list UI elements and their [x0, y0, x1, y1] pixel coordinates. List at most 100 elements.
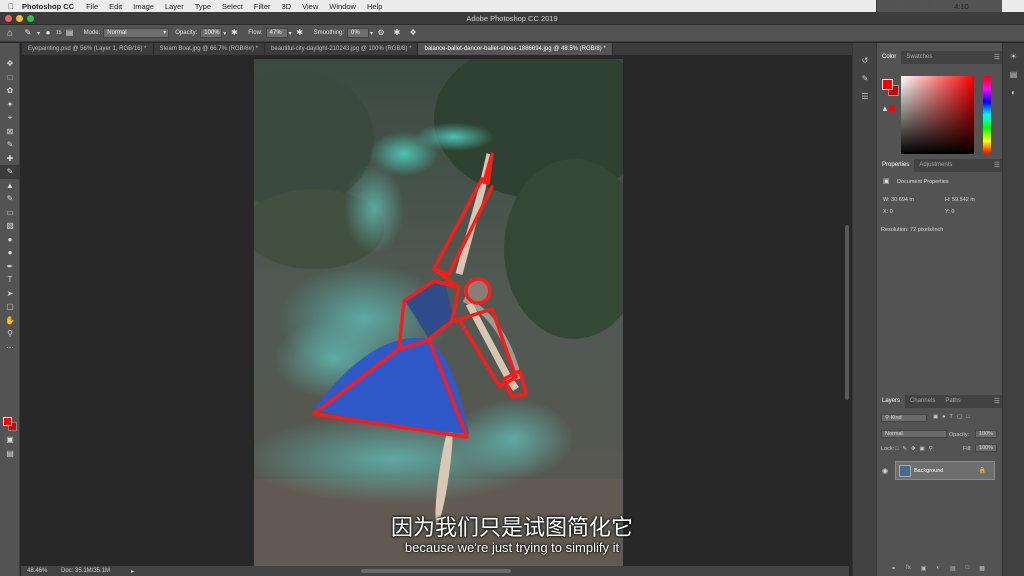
- trash-icon[interactable]: ▩: [979, 565, 985, 572]
- doc-height[interactable]: H: 59.542 in: [945, 197, 975, 203]
- home-icon[interactable]: ⌂: [0, 28, 20, 39]
- brush-tool-icon[interactable]: ✎: [0, 165, 20, 179]
- minimize-icon[interactable]: [16, 15, 23, 22]
- more-tools-icon[interactable]: ⋯: [0, 341, 20, 355]
- menubar-app-name[interactable]: Photoshop CC: [22, 2, 74, 11]
- tab-city-daylight[interactable]: beautiful-city-daylight-210243.jpg @ 100…: [265, 43, 419, 55]
- notification-icon[interactable]: [997, 2, 1003, 10]
- symmetry-icon[interactable]: ❖: [408, 28, 418, 38]
- panel-menu-icon[interactable]: ☰: [994, 51, 1000, 64]
- tab-properties[interactable]: Properties: [877, 159, 915, 172]
- tab-eyepainting[interactable]: Eyepainting.psd @ 56% (Layer 1, RGB/16) …: [22, 43, 154, 55]
- mask-icon[interactable]: ▣: [921, 565, 927, 572]
- zoom-level[interactable]: 48.46%: [21, 568, 61, 574]
- spotlight-icon[interactable]: [976, 2, 981, 10]
- quick-mask-icon[interactable]: ▣: [0, 433, 20, 447]
- color-picker-field[interactable]: [901, 76, 974, 154]
- gear-icon[interactable]: ⚙: [376, 28, 386, 38]
- brush-size[interactable]: 15: [56, 30, 62, 36]
- type-tool-icon[interactable]: T: [0, 273, 20, 287]
- learn-icon[interactable]: ☀: [1003, 47, 1024, 65]
- dodge-tool-icon[interactable]: ●: [0, 246, 20, 260]
- lasso-tool-icon[interactable]: ✿: [0, 84, 20, 98]
- adjustments-icon[interactable]: ◐: [1003, 83, 1024, 101]
- eye-icon[interactable]: ◉: [882, 467, 888, 475]
- chevron-down-icon[interactable]: ▾: [289, 30, 292, 37]
- horizontal-scrollbar[interactable]: [361, 569, 511, 573]
- shape-tool-icon[interactable]: ▢: [0, 300, 20, 314]
- mode-select[interactable]: Normal ▾: [103, 28, 170, 38]
- clock-icon[interactable]: [909, 2, 914, 10]
- menu-help[interactable]: Help: [367, 2, 382, 11]
- gradient-tool-icon[interactable]: ▧: [0, 219, 20, 233]
- lock-icons[interactable]: □✎✥▣⚲: [895, 446, 937, 452]
- airbrush-icon[interactable]: ✱: [295, 28, 305, 38]
- panel-menu-icon[interactable]: ☰: [994, 395, 1000, 408]
- chevron-down-icon[interactable]: ▾: [37, 30, 40, 37]
- menu-edit[interactable]: Edit: [109, 2, 122, 11]
- brush-preset-icon[interactable]: ●: [43, 28, 53, 38]
- doc-x[interactable]: X: 0: [883, 209, 893, 215]
- display-icon[interactable]: [898, 2, 903, 10]
- eyedropper-icon[interactable]: ✎: [0, 138, 20, 152]
- pressure-opacity-icon[interactable]: ✱: [229, 28, 239, 38]
- menu-image[interactable]: Image: [133, 2, 154, 11]
- hue-slider[interactable]: [983, 76, 991, 154]
- magic-wand-icon[interactable]: ✦: [0, 98, 20, 112]
- document-canvas[interactable]: [254, 59, 623, 569]
- layer-opacity-input[interactable]: 100%: [975, 430, 997, 438]
- menu-type[interactable]: Type: [195, 2, 211, 11]
- battery-icon[interactable]: [942, 2, 948, 10]
- brush-settings-icon[interactable]: ✎: [853, 69, 877, 87]
- hand-tool-icon[interactable]: ✋: [0, 314, 20, 328]
- history-icon[interactable]: ↺: [853, 51, 877, 69]
- pen-tool-icon[interactable]: ✒: [0, 260, 20, 274]
- menu-layer[interactable]: Layer: [165, 2, 184, 11]
- blur-tool-icon[interactable]: ●: [0, 233, 20, 247]
- healing-brush-icon[interactable]: ✚: [0, 152, 20, 166]
- wifi-icon[interactable]: [920, 2, 925, 10]
- panel-menu-icon[interactable]: ☰: [994, 159, 1000, 172]
- layer-filter-icons[interactable]: ▣●T▢□: [933, 414, 973, 420]
- flow-input[interactable]: 47%: [265, 28, 288, 38]
- crop-tool-icon[interactable]: ⌖: [0, 111, 20, 125]
- foreground-color-chip[interactable]: [882, 79, 893, 90]
- tab-ballet-dancer[interactable]: balance-ballet-dancer-ballet-shoes-18866…: [418, 43, 613, 55]
- new-layer-icon[interactable]: □: [966, 565, 970, 572]
- libraries-icon[interactable]: ▤: [1003, 65, 1024, 83]
- doc-width[interactable]: W: 30.694 in: [883, 197, 914, 203]
- tab-channels[interactable]: Channels: [905, 395, 940, 408]
- menu-3d[interactable]: 3D: [282, 2, 292, 11]
- pressure-size-icon[interactable]: ✱: [392, 28, 402, 38]
- screen-mode-icon[interactable]: ▤: [0, 447, 20, 461]
- clone-stamp-icon[interactable]: ▲: [0, 179, 20, 193]
- link-icon[interactable]: ⚭: [891, 565, 896, 572]
- opacity-input[interactable]: 100%: [200, 28, 223, 38]
- user-icon[interactable]: [987, 2, 991, 10]
- apple-icon[interactable]: : [0, 2, 22, 11]
- tab-steam-boat[interactable]: Steam Boat.jpg @ 66.7% (RGB/8#) *: [154, 43, 265, 55]
- blend-mode-select[interactable]: Normal: [881, 430, 947, 438]
- menu-view[interactable]: View: [302, 2, 318, 11]
- fx-icon[interactable]: fx: [906, 565, 911, 572]
- tab-adjustments[interactable]: Adjustments: [914, 159, 957, 172]
- path-selection-icon[interactable]: ➤: [0, 287, 20, 301]
- fill-input[interactable]: 100%: [975, 444, 997, 452]
- folder-icon[interactable]: ▤: [950, 565, 956, 572]
- screen-icon[interactable]: [877, 2, 882, 10]
- history-brush-icon[interactable]: ✎: [0, 192, 20, 206]
- layer-filter-select[interactable]: ⚲ Kind: [881, 414, 927, 422]
- menu-file[interactable]: File: [86, 2, 98, 11]
- menu-filter[interactable]: Filter: [254, 2, 271, 11]
- tab-paths[interactable]: Paths: [940, 395, 965, 408]
- eraser-icon[interactable]: ▭: [0, 206, 20, 220]
- menu-select[interactable]: Select: [222, 2, 243, 11]
- web-safe-color-chip[interactable]: [889, 105, 895, 111]
- marquee-tool-icon[interactable]: □: [0, 71, 20, 85]
- chevron-right-icon[interactable]: ▸: [131, 568, 134, 575]
- tab-color[interactable]: Color: [877, 51, 902, 64]
- tab-layers[interactable]: Layers: [877, 395, 906, 408]
- chevron-down-icon[interactable]: ▾: [370, 30, 373, 37]
- close-icon[interactable]: [5, 15, 12, 22]
- lock-icon[interactable]: 🔒: [979, 467, 986, 474]
